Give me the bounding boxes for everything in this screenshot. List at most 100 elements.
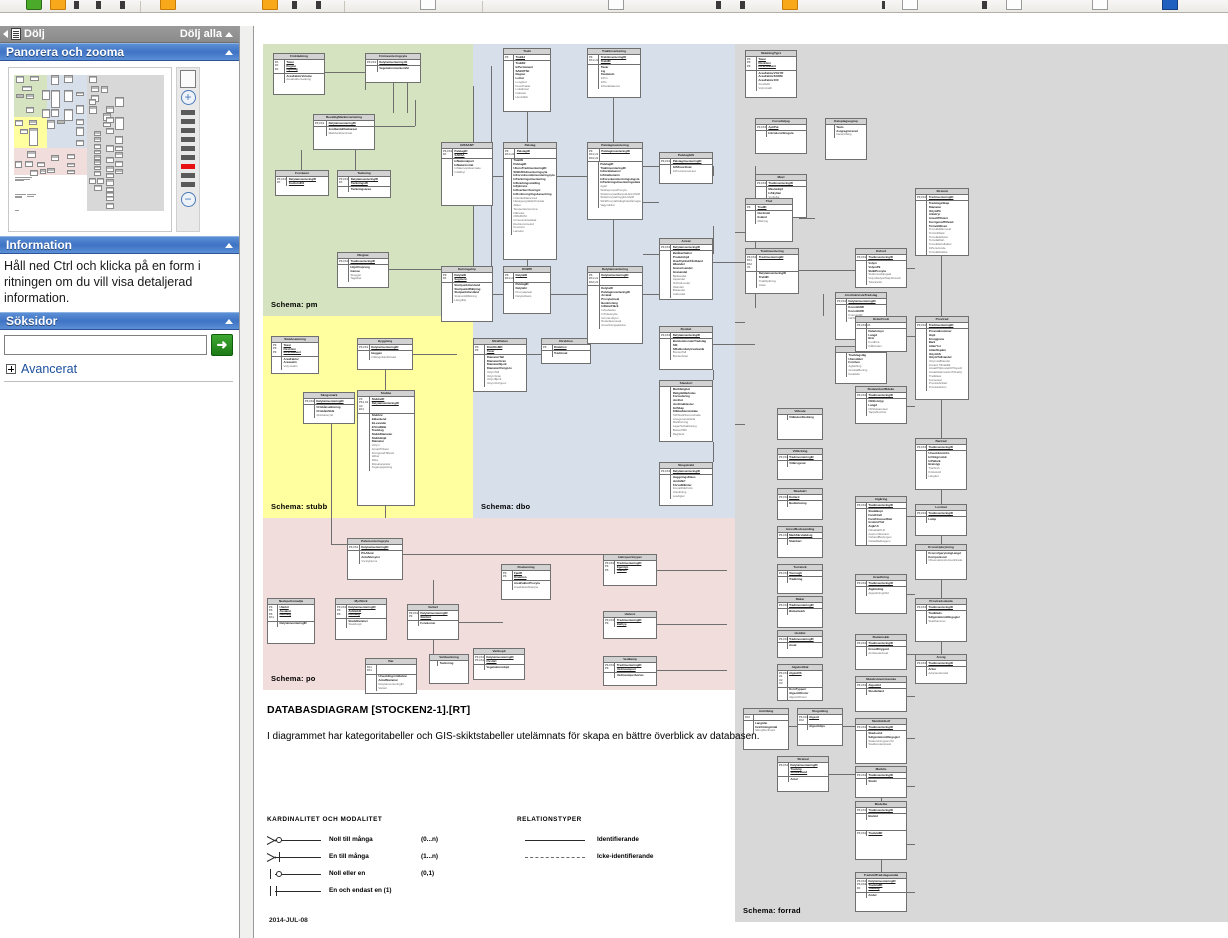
entity-table[interactable]: Fröktädning FK FK FK Taxar Region Agaslag AreaF… — [273, 53, 325, 95]
entity-table[interactable]: Vitbode VitBodesSkolning — [777, 408, 823, 440]
cursor-icon[interactable] — [74, 1, 79, 9]
zoom-tick[interactable] — [181, 164, 195, 169]
chevron-up-icon[interactable] — [225, 49, 233, 55]
entity-table[interactable]: Vittlicking PK,FK1 TradinventeringID Vittkr… — [777, 448, 823, 480]
zoom-tick[interactable] — [181, 137, 195, 142]
entity-table[interactable]: Forvaltsljag PK,FK1 AptiPat InkrotionsSkogs… — [755, 118, 807, 154]
entity-table[interactable]: Vartart PK,FK1 PK DelytainventeringID StärtA… — [407, 604, 459, 640]
entity-table[interactable]: Skogstrakt PK,FK1 DelytainventeringID Huggn… — [659, 462, 713, 506]
zoom-tick[interactable] — [181, 146, 195, 151]
entity-table[interactable]: Bonitet PK,FK1 DelytainventeringID Bonitets… — [659, 326, 713, 370]
entity-table[interactable]: Delningship PK FK DelytaID Segment Startpunkt… — [441, 266, 493, 322]
entity-table[interactable]: Graofkring PK,FK1 TradinventeringID Algkind… — [855, 574, 907, 614]
entity-table[interactable]: Torralsrk PK,FK1 Tomrsigh Tradkring — [777, 564, 823, 594]
search-input[interactable] — [4, 335, 207, 355]
panel-header-search[interactable]: Söksidor — [0, 312, 239, 330]
window-icon[interactable] — [1006, 0, 1022, 10]
entity-table[interactable]: Traktinventering PK FK1,U1 Traktinventering… — [587, 48, 641, 98]
cursor-icon[interactable] — [716, 1, 721, 9]
entity-table[interactable]: PalslagGIS PK,FK1 PalslaginventeringID GISK… — [659, 152, 713, 184]
entity-table[interactable]: Roskarning PK PK FjadR Direktion AreaFaktorPr… — [501, 564, 551, 600]
entity-table[interactable]: Trakt PK TraktId TraktNr InPermanent SABOTSit… — [503, 48, 551, 112]
search-submit-button[interactable]: ➜ — [211, 334, 233, 356]
folder-icon[interactable] — [50, 0, 66, 10]
diagram-canvas[interactable]: Schema: pm Schema: stubb Schema: dbo Schema… — [255, 26, 1228, 938]
cursor-icon[interactable] — [292, 1, 297, 9]
entity-table[interactable]: TradslidTradslagsandel PK,FK1 PK,FK2 FK Dely… — [855, 872, 907, 912]
entity-table[interactable]: OrderFrodi PK,FK1,U1 Dulwintsyn Langd Brm Kor… — [855, 316, 907, 352]
entity-table[interactable]: MiraDislux PK PK DistrIDsMD Taxar DiameterTal… — [473, 338, 527, 392]
green-arrow-icon[interactable] — [26, 0, 42, 10]
sidebar-splitter[interactable] — [240, 26, 254, 938]
entity-table[interactable]: Stubbsamning PK PK PK Taxar Direktion InPerman… — [271, 336, 319, 374]
entity-table[interactable]: Lovtrad PK,FK1 TradinventeringID Lamp — [915, 504, 967, 536]
hide-all-button[interactable]: Dölj alla — [180, 28, 233, 40]
cursor-icon[interactable] — [120, 1, 125, 9]
entity-table[interactable]: Skogsmark PK,FK1 DelytainventeringID Ortskå… — [303, 392, 355, 424]
entity-table[interactable]: Algkring PK,FK1 TradinventeringID StadeBept… — [855, 496, 907, 546]
zoom-tick[interactable] — [181, 119, 195, 124]
entity-table[interactable]: Hyggning PK,FK1 DelytainventeringID Huggen I… — [357, 338, 413, 370]
chevron-up-icon[interactable] — [225, 242, 233, 248]
entity-table[interactable]: Medelbe PK,FK1 TradinventeringID Bialsid — [855, 801, 907, 831]
entity-table[interactable]: Skadskrt PK,FK1 Kuttard Buddelsning — [777, 488, 823, 520]
cursor-icon[interactable] — [316, 1, 321, 9]
window-icon[interactable] — [1092, 0, 1108, 10]
entity-table[interactable]: Kaloptagsugrup Taxlo Astgregistrerad Garant… — [825, 118, 867, 160]
entity-table[interactable]: Hotdiot PK,FK1 TradinventeringID Areal — [777, 630, 823, 658]
cursor-icon[interactable] — [882, 1, 885, 9]
zoom-tick[interactable] — [181, 128, 195, 133]
entity-table[interactable]: Thol PK TradID Nordmiel Itsland Riktning — [745, 198, 793, 242]
entity-table[interactable]: Arreal PK,FK1 DelytainventeringID Betåkenfa… — [659, 238, 713, 300]
window-icon[interactable] — [902, 0, 918, 10]
entity-table[interactable]: Palslag PK FK1,U1 PalslagID TraktID PalslagID… — [503, 142, 557, 260]
cursor-icon[interactable] — [740, 1, 745, 9]
entity-table[interactable]: Palsmonteringsyta PK,FK1 Delytainventering… — [347, 538, 403, 580]
advanced-search-toggle[interactable]: Avancerat — [4, 362, 233, 376]
entity-table[interactable]: Halvrot PK,FK1 PK TradinventeringID Balltyp — [603, 611, 657, 639]
entity-table[interactable]: Palslaginventering PK FK1,U1 FK2,U2 Palslagi… — [587, 142, 643, 220]
entity-table[interactable]: Ringtax PK,FK1 TradinventeringID HöjdUrspru… — [337, 252, 389, 288]
entity-table[interactable]: Algskottbal PK,FK1 U1 U2 U3 AlgtotOS KornTyppe… — [777, 664, 823, 702]
entity-table[interactable]: MyrStick PK,FK1 PK PK DelytainventeringID AvS… — [335, 598, 387, 640]
entity-table[interactable]: Vartkopil PK,FK1 PK,FK1 DelytainventeringID… — [473, 648, 525, 680]
entity-table[interactable]: Stubbe PK PK1,U1 U0 FK1 StubbeID Delytainvente… — [357, 390, 415, 506]
hide-panel-button[interactable]: Dölj — [3, 28, 45, 40]
entity-table[interactable]: Xtremal PK,FK1 TradinventeringID TradslagsS… — [915, 188, 969, 257]
entity-table[interactable]: BevattigMarkinventering PK,FK1 Delytainven… — [313, 114, 375, 150]
entity-table[interactable]: Provtradsskada PK,FK1 TradinventeringID Tra… — [915, 598, 967, 642]
folder-icon[interactable] — [782, 0, 798, 10]
chevron-up-icon[interactable] — [225, 318, 233, 324]
entity-table[interactable]: Fröinventeringsyta PK,FK1 Delytainventerin… — [365, 53, 421, 83]
entity-table[interactable]: Rakar PK,FK1 TradinventeringID Bidsarteark — [777, 596, 823, 628]
entity-table[interactable]: BotanmbarlBdeko PK,FK1 TradinventeringID Ob… — [855, 386, 907, 424]
window-icon[interactable] — [420, 0, 436, 10]
folder-icon[interactable] — [262, 0, 278, 10]
entity-table[interactable]: Tackning PK,FK1 FK DelytainventeringID Tackn… — [337, 170, 391, 198]
entity-table[interactable]: Arsrig PK,FK1 TradinventeringID Arbor Aducte… — [915, 654, 967, 684]
zoom-in-icon[interactable]: + — [180, 90, 196, 105]
entity-table[interactable]: DOWD PK FK1,U1 DelytaID PalslagID Delytahr Pro… — [503, 266, 551, 314]
entity-table[interactable]: Bartrad PK,FK1 TradinventeringID Utvecklion… — [915, 438, 967, 490]
entity-table[interactable]: Delytainventering PK FK1,U1 FK2,U1 Delytainv… — [587, 266, 643, 344]
zoom-tick[interactable] — [181, 182, 195, 187]
entity-table[interactable]: Bar FK1 FK1 UtvecklingsUddation AntalSlammar… — [365, 658, 417, 694]
entity-table[interactable]: Bodemskär PK,FK1 TradinventeringID GrosdDir… — [855, 634, 907, 670]
entity-table[interactable]: Provtrad PK,FK1 TradinventeringID Provnalin… — [915, 316, 969, 400]
entity-table[interactable]: Direktion PK Direktion TradAreal — [541, 338, 591, 364]
entity-table[interactable]: Markits PK,FK1 TradinventeringID Starkt — [855, 766, 907, 798]
entity-table[interactable]: Stratval PK,FK1 DelytainventeringID Tradsli… — [777, 756, 829, 792]
panel-header-information[interactable]: Information — [0, 236, 239, 254]
fit-page-icon[interactable] — [180, 70, 196, 88]
zoom-tick[interactable] — [181, 110, 195, 115]
blue-square-icon[interactable] — [1162, 0, 1178, 10]
zoom-tick[interactable] — [181, 173, 195, 178]
folder-icon[interactable] — [160, 0, 176, 10]
panel-header-pan-zoom[interactable]: Panorera och zooma — [0, 43, 239, 61]
entity-table[interactable]: Vartbackning Tacknring — [429, 654, 469, 684]
entity-table[interactable]: Vedkamp PK,FK1 PK TradinventeringID Vedinsam… — [603, 656, 657, 686]
entity-table[interactable]: SkatningTyp1 PK PK PK Taxar Direktion InPerman… — [745, 50, 797, 98]
entity-table[interactable]: Oxford PK,FK1 TradinventeringID Volym VolymP… — [855, 248, 907, 288]
entity-table[interactable]: GISSANT PK,FK1 FK PalslagID SARSA InNationalp… — [441, 142, 493, 206]
entity-table[interactable]: Nedspottsmedja PK PK PK FK1 Utarkit Avstand Rik… — [267, 598, 315, 644]
